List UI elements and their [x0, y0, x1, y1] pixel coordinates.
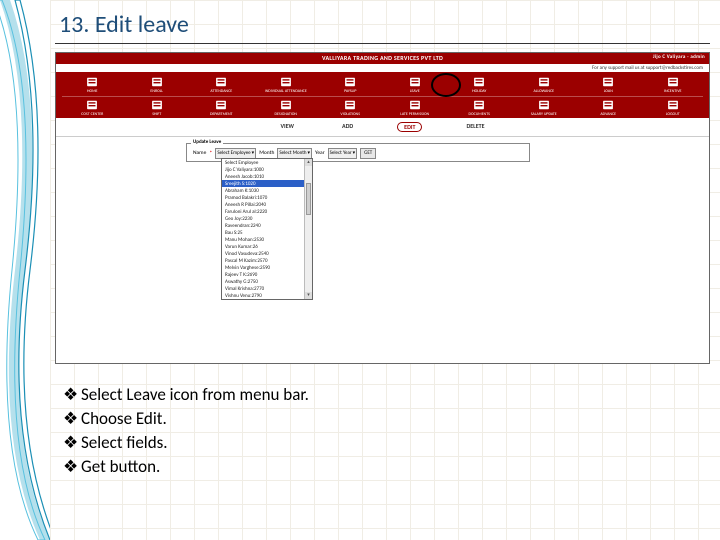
dropdown-option[interactable]: Jijo C Valiyara:1000 — [222, 166, 312, 173]
tab-add[interactable]: ADD — [338, 122, 357, 132]
get-button[interactable]: GET — [360, 148, 376, 159]
dropdown-option[interactable]: Aneesh R Pillai:2040 — [222, 201, 312, 208]
company-title-bar: VALLIYARA TRADING AND SERVICES PVT LTD J… — [56, 53, 709, 63]
chevron-down-icon: ▾ — [252, 150, 255, 156]
bullet-item: ❖Choose Edit. — [63, 408, 710, 429]
menu-item-attendance[interactable]: ATTENDANCE — [189, 75, 254, 95]
fieldset-legend: Update Leave — [191, 139, 223, 145]
tab-view[interactable]: VIEW — [276, 122, 298, 132]
dropdown-option[interactable]: Rajeev T K:2690 — [222, 271, 312, 278]
dropdown-option[interactable]: Sreejith S:1020 — [222, 180, 312, 187]
menu-item-payslip[interactable]: PAYSLIP — [318, 75, 383, 95]
year-label: Year — [315, 150, 325, 156]
menu-item-loan[interactable]: LOAN — [576, 75, 641, 95]
dropdown-option[interactable]: Select Employee — [222, 159, 312, 166]
dropdown-option[interactable]: Bau S:25 — [222, 229, 312, 236]
dropdown-option[interactable]: Faruloni Arul al:2220 — [222, 208, 312, 215]
dropdown-option[interactable]: Geo Joy:2230 — [222, 215, 312, 222]
employee-dropdown-open[interactable]: Select EmployeeJijo C Valiyara:1000Anees… — [221, 158, 313, 300]
month-label: Month — [259, 150, 274, 156]
menu-item-designation[interactable]: DESIGNATION — [254, 98, 319, 118]
bullet-item: ❖Select Leave icon from menu bar. — [63, 384, 710, 405]
scroll-down-arrow[interactable]: ▾ — [305, 292, 312, 299]
dropdown-option[interactable]: Abraham K:1030 — [222, 187, 312, 194]
menu-item-shift[interactable]: SHIFT — [125, 98, 190, 118]
support-bar: For any support mail us at support@redba… — [56, 63, 709, 73]
menu-item-logout[interactable]: LOGOUT — [641, 98, 706, 118]
scroll-up-arrow[interactable]: ▴ — [305, 159, 312, 166]
dropdown-option[interactable]: Melvin Varghese:2590 — [222, 264, 312, 271]
scroll-thumb[interactable] — [306, 183, 311, 215]
menu-item-department[interactable]: DEPARTMENT — [189, 98, 254, 118]
current-user-label: Jijo C Valiyara - admin — [653, 54, 705, 60]
menu-item-enroll[interactable]: ENROLL — [125, 75, 190, 95]
dropdown-option[interactable]: Pramod Balakri:1070 — [222, 194, 312, 201]
name-label: Name — [193, 150, 206, 156]
bullet-item: ❖Select fields. — [63, 432, 710, 453]
leave-icon-highlight-circle — [431, 73, 461, 97]
dropdown-option[interactable]: Vishnu Venu:2790 — [222, 292, 312, 299]
dropdown-option[interactable]: Aswathy G:2750 — [222, 278, 312, 285]
heading-underline — [55, 43, 710, 44]
menu-item-late-permission[interactable]: LATE PERMISSION — [383, 98, 448, 118]
menu-item-salary-update[interactable]: SALARY UPDATE — [512, 98, 577, 118]
bullet-item: ❖Get button. — [63, 456, 710, 477]
main-menu-bar: HOMEENROLLATTENDANCEINDIVIDUAL ATTENDANC… — [56, 73, 709, 118]
menu-item-cost-center[interactable]: COST CENTER — [60, 98, 125, 118]
instruction-bullets: ❖Select Leave icon from menu bar. ❖Choose… — [63, 384, 710, 477]
menu-item-violations[interactable]: VIOLATIONS — [318, 98, 383, 118]
menu-item-documents[interactable]: DOCUMENTS — [447, 98, 512, 118]
year-select[interactable]: Select Year▾ — [328, 148, 358, 159]
dropdown-option[interactable]: Vinod Vasudeva:2540 — [222, 250, 312, 257]
dropdown-option[interactable]: Aneesh Jacob:1010 — [222, 173, 312, 180]
dropdown-scrollbar[interactable]: ▴ ▾ — [304, 159, 312, 299]
dropdown-option[interactable]: Varun Kumar:26 — [222, 243, 312, 250]
company-name: VALLIYARA TRADING AND SERVICES PVT LTD — [322, 54, 443, 62]
name-select[interactable]: Select Employee▾ — [215, 148, 256, 159]
dropdown-option[interactable]: Raveendran:2240 — [222, 222, 312, 229]
tab-delete[interactable]: DELETE — [462, 122, 488, 132]
app-screenshot: VALLIYARA TRADING AND SERVICES PVT LTD J… — [55, 52, 710, 364]
menu-item-allowance[interactable]: ALLOWANCE — [512, 75, 577, 95]
slide-heading: 13. Edit leave — [59, 10, 710, 39]
tab-edit[interactable]: EDIT — [397, 122, 422, 132]
dropdown-option[interactable]: Manu Mohan:2530 — [222, 236, 312, 243]
decorative-swoosh — [0, 0, 50, 540]
dropdown-option[interactable]: Pascal M Kazim:2570 — [222, 257, 312, 264]
menu-item-incentive[interactable]: INCENTIVE — [641, 75, 706, 95]
chevron-down-icon: ▾ — [308, 150, 311, 156]
month-select[interactable]: Select Month▾ — [277, 148, 312, 159]
chevron-down-icon: ▾ — [353, 150, 356, 156]
dropdown-option[interactable]: Vimal Krishna:2770 — [222, 285, 312, 292]
menu-item-individual-attendance[interactable]: INDIVIDUAL ATTENDANCE — [254, 75, 319, 95]
menu-item-advance[interactable]: ADVANCE — [576, 98, 641, 118]
sub-tabs: VIEW ADD EDIT DELETE — [56, 118, 709, 137]
menu-item-home[interactable]: HOME — [60, 75, 125, 95]
required-star: * — [209, 149, 212, 157]
